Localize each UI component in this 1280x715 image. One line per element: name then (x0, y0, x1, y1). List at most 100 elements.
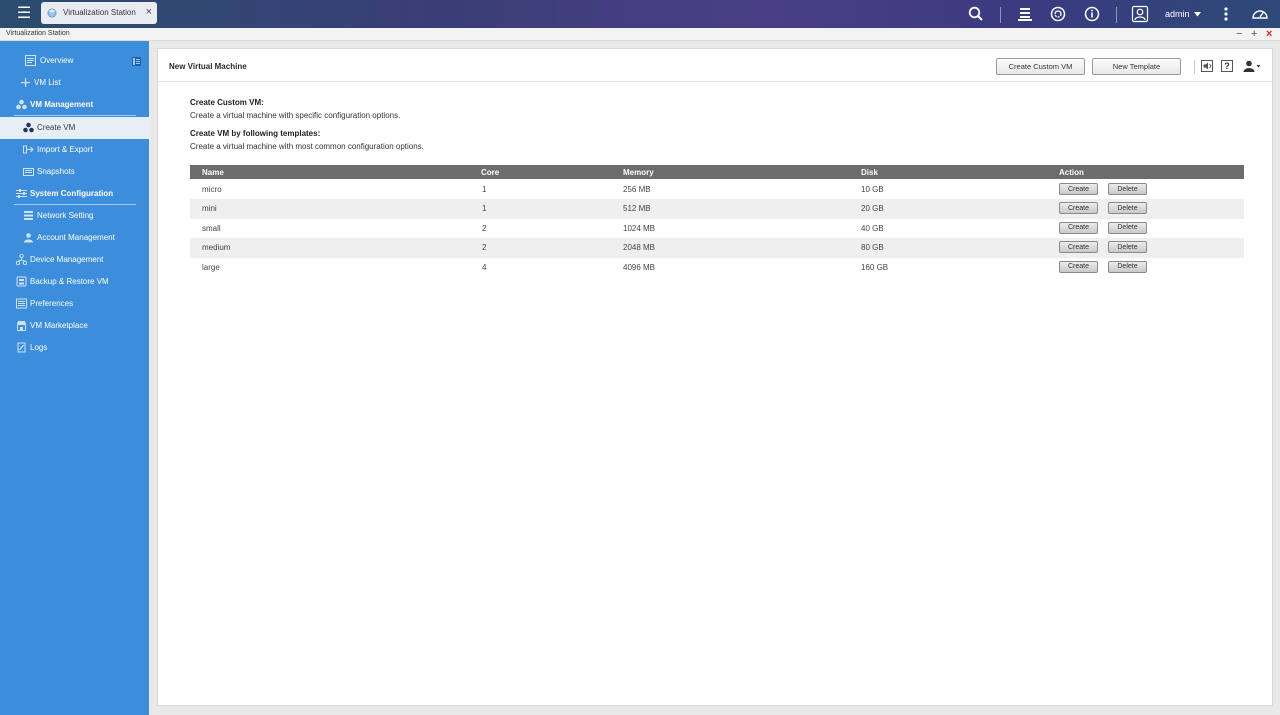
delete-button[interactable]: Delete (1108, 202, 1147, 215)
sidebar-item-vm-marketplace[interactable]: VM Marketplace (0, 315, 149, 337)
divider (1000, 7, 1001, 23)
minimize-icon[interactable]: − (1236, 28, 1242, 40)
marketplace-icon (17, 321, 26, 331)
cell-disk: 10 GB (861, 185, 884, 194)
divider (1194, 60, 1195, 74)
snapshots-icon (23, 168, 34, 176)
sidebar-item-logs[interactable]: Logs (0, 337, 149, 359)
table-row: micro 1 256 MB 10 GB Create Delete (190, 180, 1244, 199)
create-button[interactable]: Create (1059, 241, 1098, 254)
window-title: Virtualization Station (6, 30, 70, 37)
maximize-icon[interactable]: + (1251, 28, 1257, 40)
sync-icon[interactable] (1049, 5, 1067, 23)
table-row: mini 1 512 MB 20 GB Create Delete (190, 199, 1244, 219)
help-icon[interactable]: ? (1221, 60, 1233, 72)
cell-core: 4 (482, 262, 487, 272)
sidebar-item-label: Network Setting (37, 211, 94, 220)
top-bar: ☰ Virtualization Station × admin (0, 0, 1280, 28)
window-title-bar: Virtualization Station − + × (0, 28, 1280, 41)
virtualization-app-icon (47, 8, 57, 18)
chevron-down-icon[interactable] (1194, 12, 1201, 17)
divider (1116, 7, 1117, 23)
column-header-name: Name (202, 168, 224, 177)
templates-description: Create a virtual machine with most commo… (190, 142, 424, 151)
create-button[interactable]: Create (1059, 183, 1098, 195)
overview-icon (25, 55, 36, 66)
stack-tasks-icon[interactable] (1016, 5, 1034, 23)
cell-disk: 80 GB (861, 243, 884, 253)
custom-vm-heading: Create Custom VM: (190, 98, 264, 107)
info-icon[interactable] (1083, 5, 1101, 23)
sidebar-item-snapshots[interactable]: Snapshots (0, 161, 149, 183)
table-row: large 4 4096 MB 160 GB Create Delete (190, 258, 1244, 277)
create-custom-vm-button[interactable]: Create Custom VM (996, 58, 1085, 75)
delete-button[interactable]: Delete (1108, 221, 1147, 234)
table-row: medium 2 2048 MB 80 GB Create Delete (190, 238, 1244, 258)
cell-core: 2 (482, 243, 487, 253)
close-window-icon[interactable]: × (1266, 28, 1272, 40)
create-button[interactable]: Create (1059, 221, 1098, 234)
delete-button[interactable]: Delete (1108, 241, 1147, 254)
sidebar-item-label: Backup & Restore VM (30, 277, 109, 286)
hamburger-menu-icon[interactable]: ☰ (14, 4, 34, 24)
sidebar-section-label: System Configuration (30, 189, 114, 198)
sidebar-item-label: Snapshots (37, 167, 75, 176)
sidebar-item-label: Import & Export (37, 145, 93, 154)
new-template-button[interactable]: New Template (1092, 58, 1181, 75)
sidebar-item-vm-list[interactable]: VM List (0, 72, 149, 94)
app-tab-label: Virtualization Station (63, 8, 136, 17)
plus-icon (21, 78, 30, 87)
device-management-icon (16, 254, 27, 265)
page-title: New Virtual Machine (169, 62, 247, 71)
sidebar-section-label: VM Management (30, 100, 94, 109)
sidebar-item-overview[interactable]: Overview (0, 50, 149, 72)
sidebar-section-vm-management[interactable]: VM Management (0, 94, 149, 116)
network-setting-icon (24, 211, 33, 220)
templates-heading: Create VM by following templates: (190, 129, 321, 138)
sidebar-item-import-export[interactable]: Import & Export (0, 139, 149, 161)
sidebar-item-label: Create VM (37, 123, 76, 132)
create-button[interactable]: Create (1059, 202, 1098, 215)
sidebar: Overview VM List VM Management Create VM… (0, 41, 149, 715)
cell-name: small (202, 223, 221, 233)
account-menu-icon[interactable] (1243, 60, 1261, 72)
cell-name: medium (202, 243, 231, 253)
logs-icon (17, 342, 26, 353)
sidebar-section-system-configuration[interactable]: System Configuration (0, 183, 149, 205)
column-header-core: Core (481, 168, 500, 177)
create-vm-icon (23, 122, 34, 133)
sidebar-item-device-management[interactable]: Device Management (0, 249, 149, 271)
sidebar-item-preferences[interactable]: Preferences (0, 293, 149, 315)
delete-button[interactable]: Delete (1108, 260, 1147, 273)
sidebar-item-network-setting[interactable]: Network Setting (0, 205, 149, 227)
cell-memory: 1024 MB (623, 223, 656, 233)
dashboard-gauge-icon[interactable] (1251, 5, 1269, 23)
custom-vm-description: Create a virtual machine with specific c… (190, 111, 401, 120)
cell-core: 1 (482, 204, 487, 214)
sound-icon[interactable] (1201, 60, 1213, 72)
sidebar-item-account-management[interactable]: Account Management (0, 227, 149, 249)
more-vertical-icon[interactable] (1217, 5, 1235, 23)
create-button[interactable]: Create (1059, 260, 1098, 273)
user-menu-label[interactable]: admin (1165, 9, 1190, 19)
sidebar-item-create-vm[interactable]: Create VM (0, 117, 149, 139)
import-export-icon (23, 145, 34, 154)
cell-disk: 160 GB (861, 262, 889, 272)
column-header-action: Action (1059, 168, 1084, 177)
sidebar-item-label: Preferences (30, 299, 74, 308)
cell-memory: 4096 MB (623, 262, 656, 272)
sidebar-item-backup-restore-vm[interactable]: Backup & Restore VM (0, 271, 149, 293)
cell-core: 2 (482, 223, 487, 233)
cell-name: mini (202, 204, 217, 214)
app-tab[interactable]: Virtualization Station × (41, 2, 157, 24)
section-divider (14, 115, 136, 116)
close-tab-icon[interactable]: × (146, 6, 152, 18)
user-avatar-icon[interactable] (1131, 5, 1149, 23)
delete-button[interactable]: Delete (1108, 183, 1147, 195)
preferences-icon (16, 298, 27, 309)
backup-restore-icon (16, 276, 27, 287)
cell-memory: 256 MB (623, 185, 651, 194)
cell-name: micro (202, 185, 222, 194)
search-icon[interactable] (967, 5, 985, 23)
cell-disk: 40 GB (861, 223, 884, 233)
